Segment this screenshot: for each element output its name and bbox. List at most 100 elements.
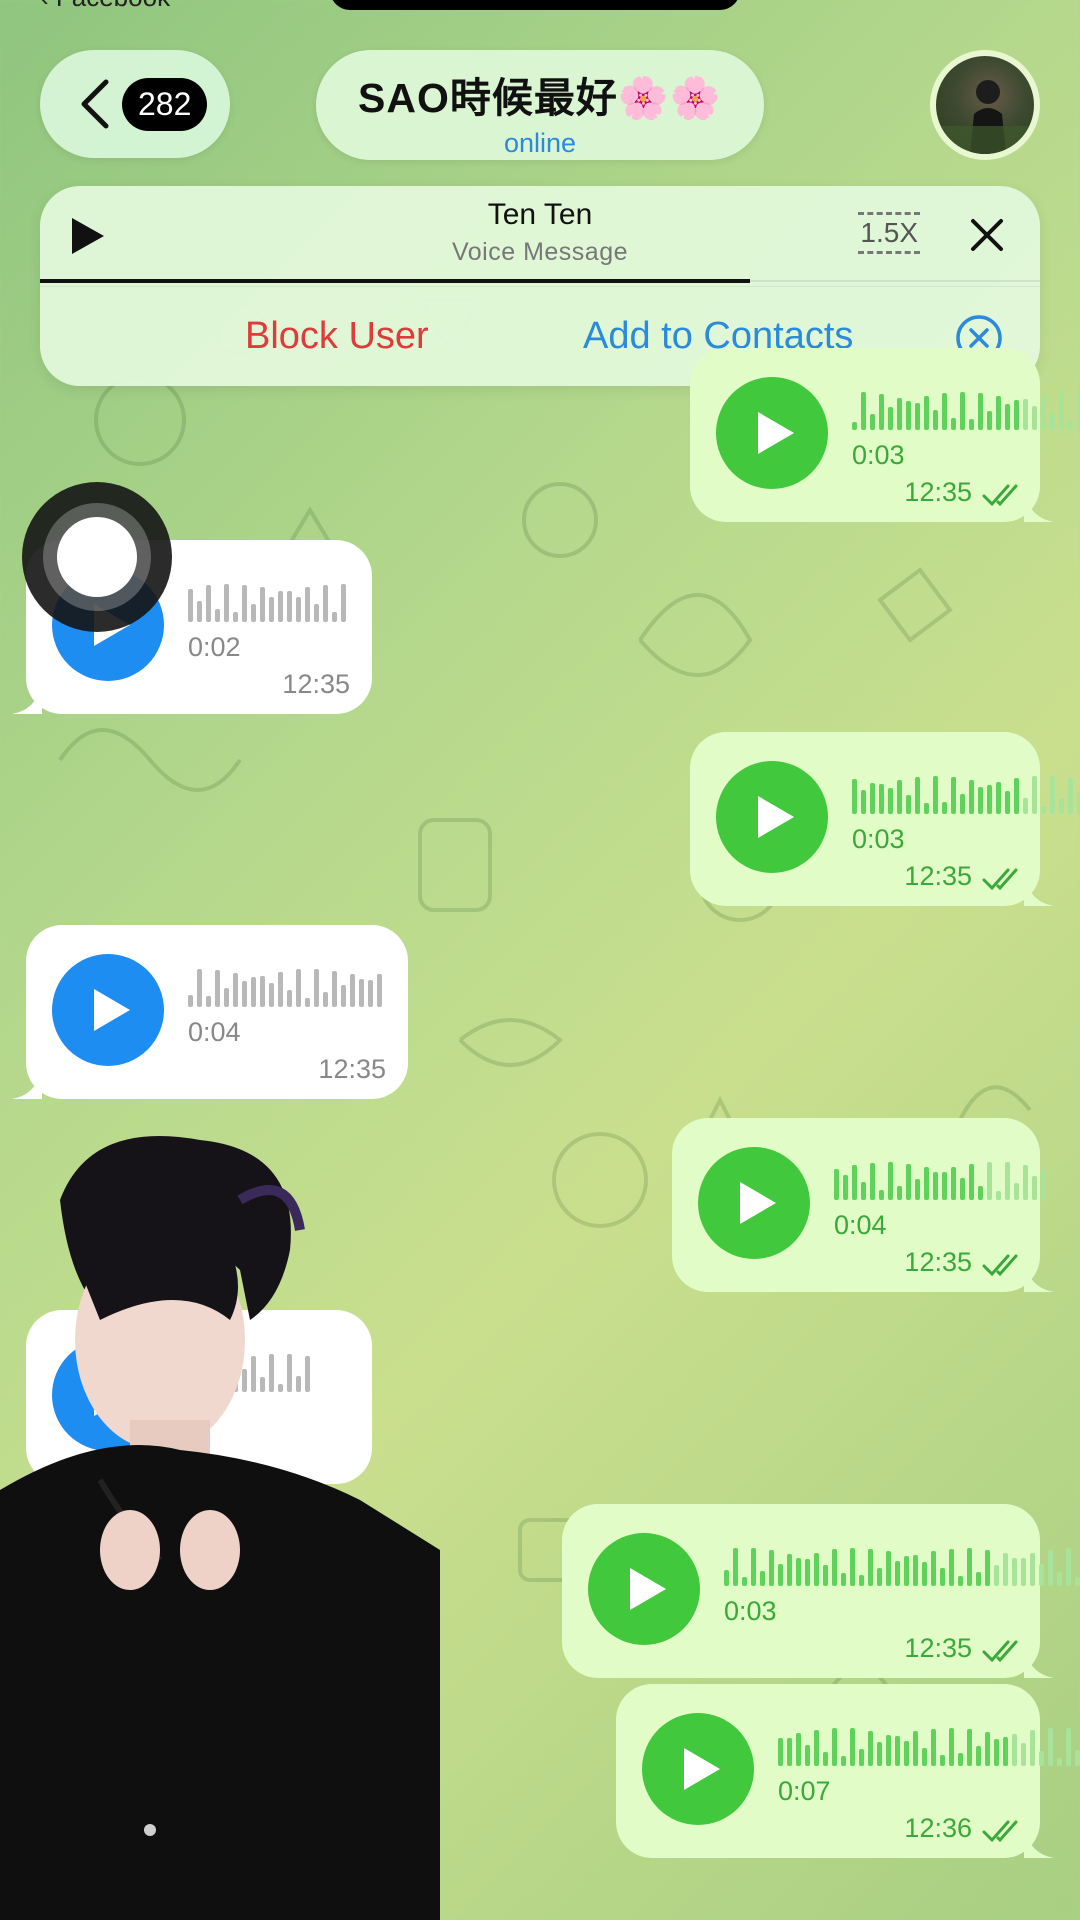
voice-player-row[interactable]: Ten Ten Voice Message 1.5X: [40, 186, 1040, 286]
waveform-bar: [332, 612, 337, 622]
back-button[interactable]: 282: [40, 50, 230, 158]
waveform-bar: [1041, 1169, 1046, 1200]
waveform-bar: [940, 1755, 945, 1766]
waveform-bar: [868, 1549, 873, 1586]
play-icon: [684, 1748, 720, 1790]
waveform-bar: [1023, 1165, 1028, 1200]
waveform-bar: [978, 787, 983, 814]
waveform-bar: [823, 1565, 828, 1586]
waveform-bar: [888, 1162, 893, 1200]
waveform-bar: [850, 1548, 855, 1586]
waveform-bar: [841, 1756, 846, 1766]
voice-play-button[interactable]: [52, 954, 164, 1066]
waveform-bar: [922, 1562, 927, 1586]
chat-status: online: [503, 128, 577, 158]
voice-play-button[interactable]: [588, 1533, 700, 1645]
waveform-bar: [296, 597, 301, 622]
voice-play-button[interactable]: [716, 377, 828, 489]
waveform-bar: [888, 788, 893, 814]
waveform-bar: [206, 585, 211, 622]
waveform-bar: [834, 1169, 839, 1200]
chat-title: SAO時候最好🌸🌸: [358, 75, 722, 121]
playback-speed-button[interactable]: 1.5X: [858, 212, 920, 254]
waveform-bar: [760, 1571, 765, 1586]
waveform-bar: [1050, 413, 1055, 430]
waveform-bar: [332, 971, 337, 1007]
chat-header[interactable]: SAO時候最好🌸🌸 online: [316, 50, 764, 160]
close-icon[interactable]: [970, 218, 1004, 252]
waveform-bar: [814, 1730, 819, 1766]
waveform-bar: [1012, 1734, 1017, 1766]
avatar-person-image: [936, 80, 1034, 154]
outgoing-voice-message[interactable]: 0:03 12:35: [690, 348, 1080, 522]
waveform-bar: [188, 995, 193, 1007]
double-check-icon: [982, 1820, 1018, 1843]
voice-duration: 0:03: [852, 824, 905, 854]
waveform-bar: [886, 1735, 891, 1766]
waveform-bar: [1066, 1548, 1071, 1586]
waveform-bar: [278, 591, 283, 622]
waveform-bar: [859, 1749, 864, 1766]
voice-waveform[interactable]: [188, 967, 382, 1007]
waveform-bar: [269, 983, 274, 1007]
play-icon: [758, 796, 794, 838]
waveform-bar: [843, 1175, 848, 1200]
waveform-bar: [341, 985, 346, 1007]
waveform-bar: [215, 609, 220, 622]
message-timestamp: 12:35: [318, 1054, 386, 1084]
incoming-voice-message[interactable]: 0:04 12:35: [12, 925, 408, 1099]
voice-play-button[interactable]: [716, 761, 828, 873]
voice-play-button[interactable]: [698, 1147, 810, 1259]
waveform-bar: [985, 1732, 990, 1766]
waveform-bar: [1048, 1728, 1053, 1766]
assistive-touch-button[interactable]: [22, 482, 172, 632]
waveform-bar: [242, 981, 247, 1007]
waveform-bar: [942, 1172, 947, 1200]
waveform-bar: [832, 1549, 837, 1586]
waveform-bar: [323, 585, 328, 622]
waveform-bar: [1003, 1737, 1008, 1766]
play-icon: [94, 989, 130, 1031]
waveform-bar: [242, 585, 247, 622]
waveform-bar: [958, 1753, 963, 1766]
waveform-bar: [1021, 1743, 1026, 1766]
status-bar-source-app[interactable]: ‹ Facebook: [40, 0, 170, 13]
waveform-bar: [823, 1752, 828, 1766]
block-user-button[interactable]: Block User: [245, 315, 429, 358]
waveform-bar: [852, 1165, 857, 1200]
chevron-left-icon: [81, 79, 109, 129]
voice-waveform[interactable]: [778, 1726, 1080, 1766]
outgoing-voice-message[interactable]: 0:04 12:35: [672, 1118, 1054, 1292]
sticker-person-image[interactable]: [0, 1130, 440, 1920]
waveform-bar: [323, 992, 328, 1007]
waveform-bar: [924, 396, 929, 430]
waveform-bar: [922, 1748, 927, 1766]
message-timestamp: 12:35: [904, 1247, 972, 1277]
waveform-bar: [1041, 806, 1046, 814]
waveform-bar: [967, 1729, 972, 1766]
waveform-bar: [778, 1564, 783, 1586]
chat-avatar[interactable]: [930, 50, 1040, 160]
voice-waveform[interactable]: [852, 774, 1080, 814]
waveform-bar: [949, 1549, 954, 1586]
outgoing-voice-message[interactable]: 0:07 12:36: [616, 1684, 1080, 1858]
outgoing-voice-message[interactable]: 0:03 12:35: [562, 1504, 1080, 1678]
voice-waveform[interactable]: [852, 390, 1080, 430]
play-icon: [740, 1182, 776, 1224]
voice-waveform[interactable]: [188, 582, 346, 622]
message-timestamp: 12:36: [904, 1813, 972, 1843]
waveform-bar: [260, 976, 265, 1007]
playback-progress-fill: [40, 279, 750, 283]
waveform-bar: [1005, 1162, 1010, 1200]
waveform-bar: [906, 401, 911, 430]
waveform-bar: [949, 1728, 954, 1766]
waveform-bar: [870, 1163, 875, 1200]
waveform-bar: [296, 969, 301, 1007]
voice-waveform[interactable]: [834, 1160, 1046, 1200]
outgoing-voice-message[interactable]: 0:03 12:35: [690, 732, 1080, 906]
waveform-bar: [1023, 798, 1028, 814]
voice-waveform[interactable]: [724, 1546, 1080, 1586]
play-icon: [758, 412, 794, 454]
waveform-bar: [1039, 1751, 1044, 1766]
voice-play-button[interactable]: [642, 1713, 754, 1825]
